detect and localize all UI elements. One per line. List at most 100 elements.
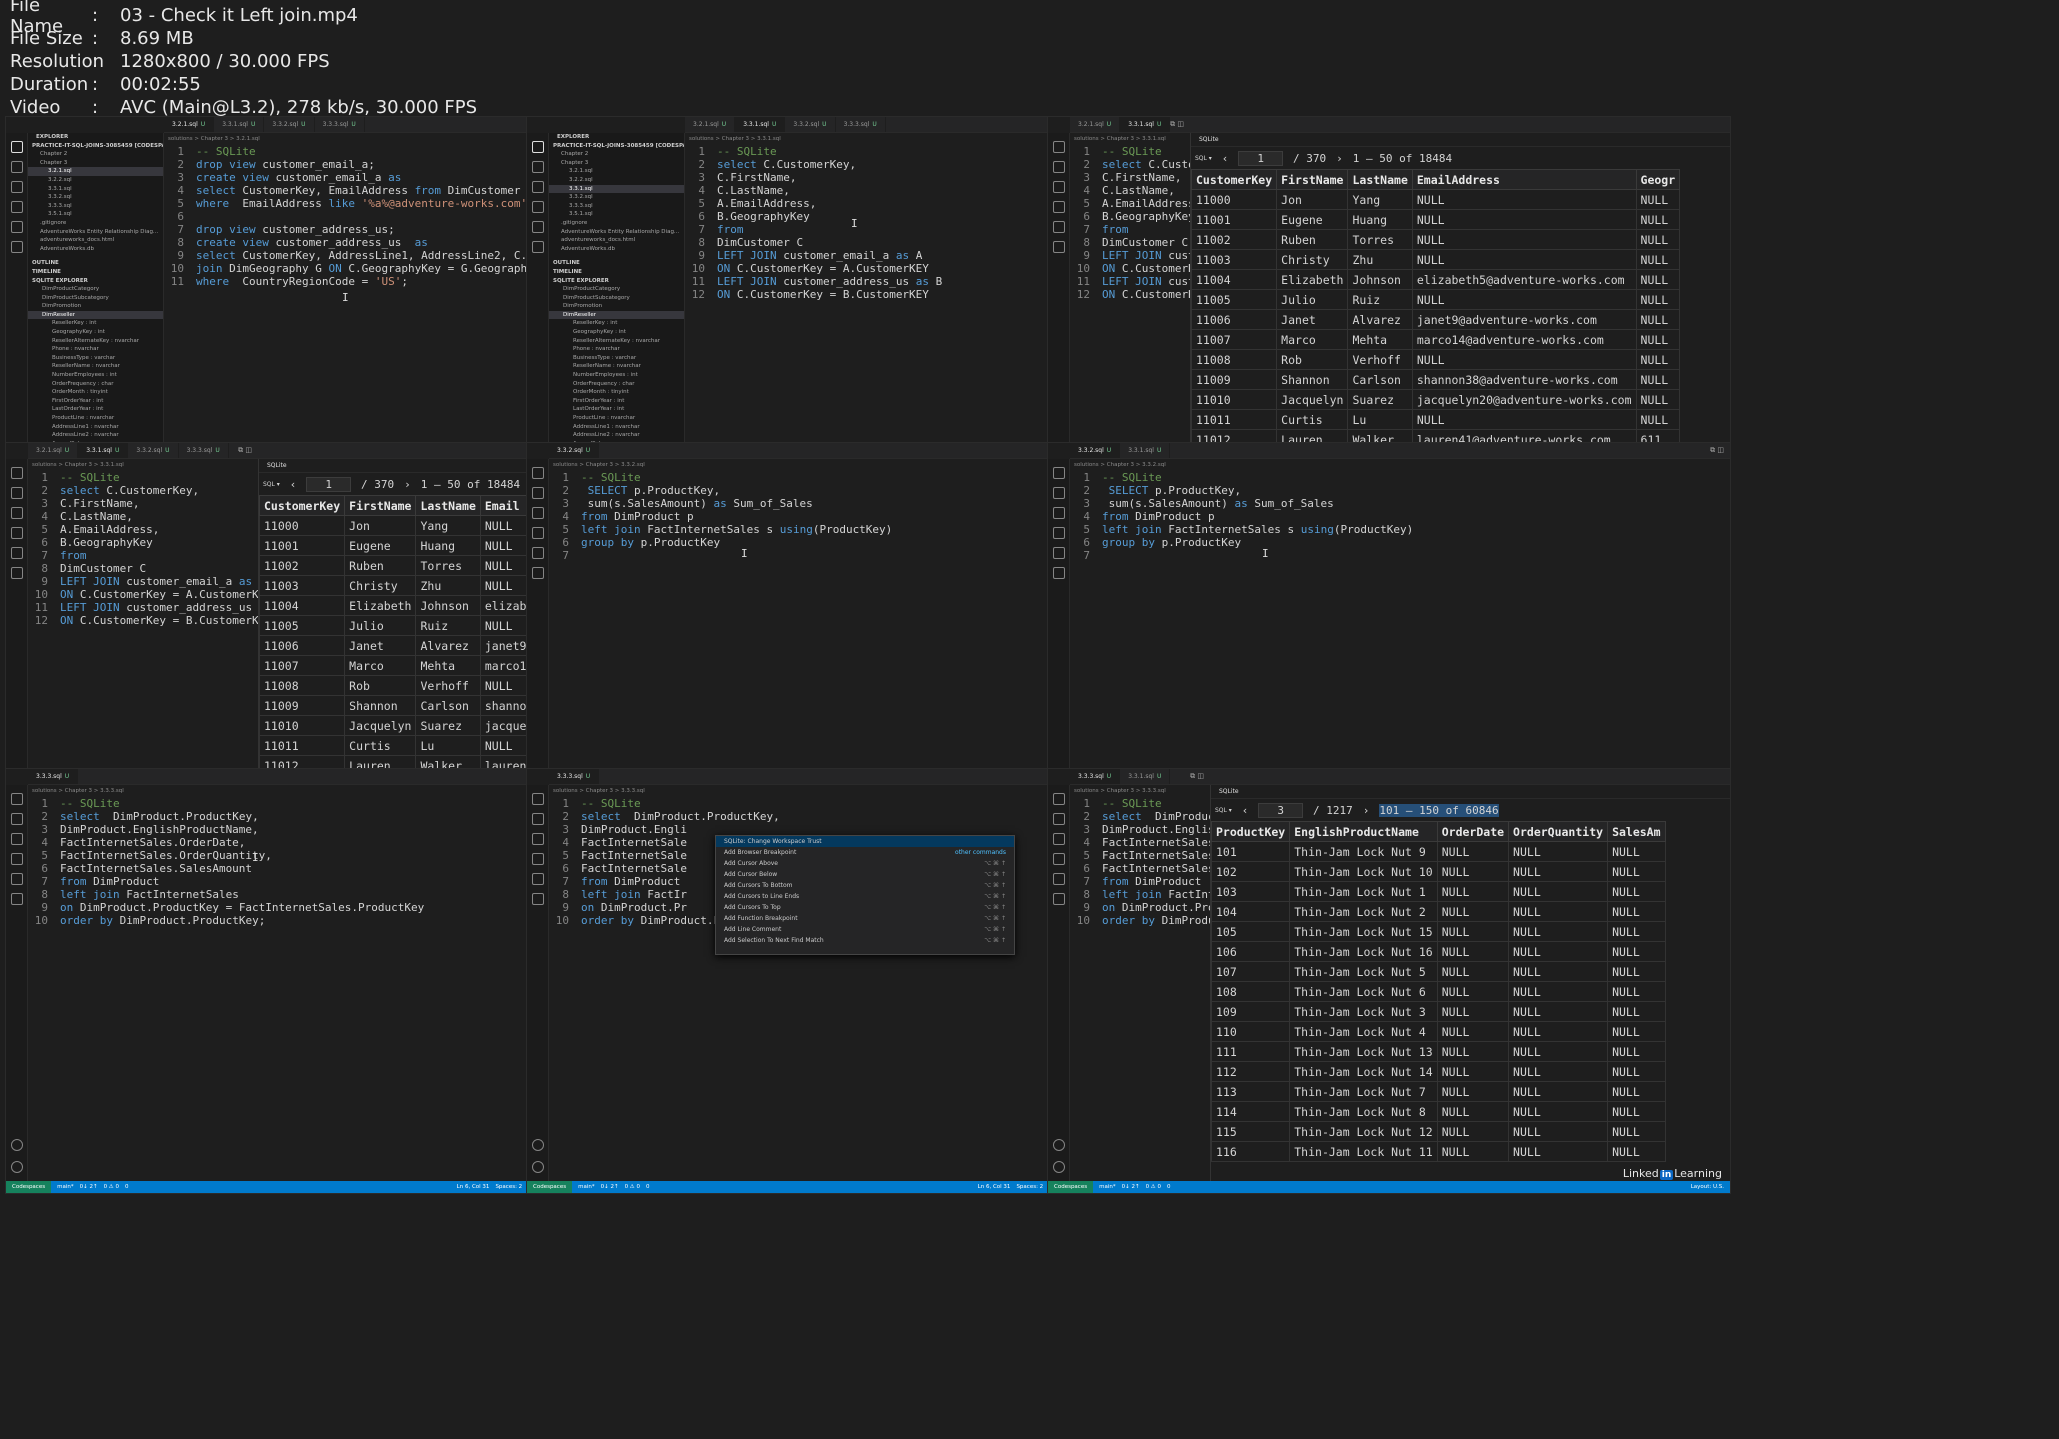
- other-commands-link[interactable]: other commands: [955, 847, 1006, 858]
- tab-file-333[interactable]: 3.3.3.sql U: [836, 117, 886, 132]
- run-debug-icon[interactable]: [11, 853, 23, 865]
- explorer-item[interactable]: 3.2.1.sql: [549, 167, 684, 176]
- status-spaces[interactable]: Spaces: 2: [495, 1184, 522, 1190]
- status-ports[interactable]: 0: [1167, 1184, 1171, 1190]
- run-debug-icon[interactable]: [1053, 201, 1065, 213]
- remote-indicator[interactable]: Codespaces: [1048, 1181, 1094, 1193]
- command-item[interactable]: Add Line Comment ⌥ ⌘ ↑: [716, 924, 1014, 935]
- table-row[interactable]: 104 Thin-Jam Lock Nut 2 NULL NULL NULL: [1211, 901, 1666, 922]
- breadcrumb[interactable]: solutions > Chapter 3 > 3.3.3.sql: [553, 785, 645, 797]
- tab-file-331[interactable]: 3.3.1.sql U: [214, 117, 265, 132]
- explorer-item[interactable]: .gitignore: [28, 219, 163, 228]
- code-editor[interactable]: 1 -- SQLite 2 SELECT p.ProductKey, 3 sum(s.…: [1074, 471, 1413, 562]
- source-control-icon[interactable]: [532, 833, 544, 845]
- extensions-icon[interactable]: [1053, 873, 1065, 885]
- source-control-icon[interactable]: [11, 507, 23, 519]
- run-debug-icon[interactable]: [532, 853, 544, 865]
- status-layout[interactable]: Layout: U.S.: [1691, 1184, 1724, 1190]
- table-row[interactable]: 101 Thin-Jam Lock Nut 9 NULL NULL NULL: [1211, 841, 1666, 862]
- column-header[interactable]: EmailAddress: [1411, 169, 1637, 190]
- database-icon[interactable]: [11, 567, 23, 579]
- explorer-item[interactable]: 3.3.1.sql: [28, 185, 163, 194]
- tab-file-321[interactable]: 3.2.1.sql U: [164, 117, 215, 132]
- extensions-icon[interactable]: [532, 547, 544, 559]
- status-branch[interactable]: main*: [1099, 1184, 1116, 1190]
- command-palette[interactable]: SQLite: Change Workspace Trust Add Browse…: [715, 835, 1015, 955]
- search-icon[interactable]: [11, 813, 23, 825]
- account-icon[interactable]: [11, 1139, 23, 1151]
- source-control-icon[interactable]: [1053, 833, 1065, 845]
- page-input[interactable]: 1: [306, 476, 352, 492]
- column-header[interactable]: LastName: [415, 495, 481, 516]
- database-icon[interactable]: [532, 241, 544, 253]
- files-icon[interactable]: [1053, 141, 1065, 153]
- table-row[interactable]: 11006 Janet Alvarez janet9@adventure-works.…: [1191, 309, 1681, 330]
- tab-file-332[interactable]: 3.3.2.sql U: [1070, 443, 1121, 458]
- explorer-item[interactable]: 3.5.1.sql: [549, 210, 684, 219]
- search-icon[interactable]: [1053, 161, 1065, 173]
- status-ln-col-4[interactable]: Ln 6, Col 31: [978, 1184, 1011, 1190]
- breadcrumb[interactable]: solutions > Chapter 3 > 3.3.3.sql: [1074, 785, 1166, 797]
- explorer-item[interactable]: AdventureWorks Entity Relationship Diag.…: [28, 228, 163, 237]
- sql-dropdown[interactable]: SQL ▾: [263, 481, 280, 488]
- column-header[interactable]: FirstName: [344, 495, 417, 516]
- table-row[interactable]: 102 Thin-Jam Lock Nut 10 NULL NULL NULL: [1211, 861, 1666, 882]
- command-item[interactable]: Add Cursors to Line Ends ⌥ ⌘ ↑: [716, 891, 1014, 902]
- command-item[interactable]: Add Cursor Below ⌥ ⌘ ↑: [716, 869, 1014, 880]
- run-debug-icon[interactable]: [1053, 853, 1065, 865]
- tab-file-321[interactable]: 3.2.1.sql U: [1070, 117, 1121, 132]
- explorer-item[interactable]: 3.3.3.sql: [28, 202, 163, 211]
- table-row[interactable]: 11005 Julio Ruiz NULL NULL: [1191, 289, 1681, 310]
- code-editor[interactable]: 1 -- SQLite 2 select C.Custom 3 C.FirstName, 4…: [1074, 145, 1202, 301]
- column-header[interactable]: CustomerKey: [1191, 169, 1278, 190]
- code-editor[interactable]: 1 -- SQLite 2 select C.CustomerKey, 3 C.First…: [689, 145, 942, 301]
- split-editor-icon[interactable]: ⧉ ◫: [1710, 446, 1724, 455]
- source-control-icon[interactable]: [11, 181, 23, 193]
- source-control-icon[interactable]: [532, 181, 544, 193]
- run-debug-icon[interactable]: [532, 527, 544, 539]
- page-input[interactable]: 1: [1238, 150, 1284, 166]
- status-problems[interactable]: 0 ⚠ 0: [104, 1184, 119, 1190]
- tab-file-333[interactable]: 3.3.3.sql U: [315, 117, 365, 132]
- source-control-icon[interactable]: [1053, 181, 1065, 193]
- run-debug-icon[interactable]: [532, 201, 544, 213]
- status-ln-col-4[interactable]: Ln 6, Col 31: [457, 1184, 490, 1190]
- files-icon[interactable]: [1053, 793, 1065, 805]
- table-row[interactable]: 11002 Ruben Torres NULL NULL: [1191, 229, 1681, 250]
- search-icon[interactable]: [11, 487, 23, 499]
- command-item[interactable]: Add Cursor Above ⌥ ⌘ ↑: [716, 858, 1014, 869]
- files-icon[interactable]: [532, 141, 544, 153]
- tab-file-331[interactable]: 3.3.1.sql U: [1120, 117, 1171, 132]
- split-editor-icon[interactable]: ⧉ ◫: [1190, 772, 1204, 781]
- explorer-item[interactable]: AdventureWorks.db: [28, 245, 163, 254]
- sqlite-table-item[interactable]: DimProductCategory: [28, 285, 163, 294]
- table-row[interactable]: 105 Thin-Jam Lock Nut 15 NULL NULL NULL: [1211, 921, 1666, 942]
- command-item[interactable]: Add Cursors To Top ⌥ ⌘ ↑: [716, 902, 1014, 913]
- database-icon[interactable]: [1053, 893, 1065, 905]
- sqlite-table-item[interactable]: DimProductSubcategory: [28, 294, 163, 303]
- extensions-icon[interactable]: [532, 221, 544, 233]
- status-sync[interactable]: 0↓ 2↑: [601, 1184, 619, 1190]
- table-row[interactable]: 11011 Curtis Lu NULL NULL: [1191, 409, 1681, 430]
- explorer-item[interactable]: 3.3.3.sql: [549, 202, 684, 211]
- tab-sqlite-results[interactable]: SQLite: [1211, 785, 1730, 799]
- database-icon[interactable]: [532, 893, 544, 905]
- sqlite-table-item[interactable]: DimProductCategory: [549, 285, 684, 294]
- table-row[interactable]: 11000 Jon Yang NULL NULL: [1191, 189, 1681, 210]
- command-item[interactable]: Add Selection To Next Find Match ⌥ ⌘ ↑: [716, 935, 1014, 946]
- timeline-section[interactable]: TIMELINE: [549, 268, 684, 277]
- explorer-item[interactable]: adventureworks_docs.html: [549, 236, 684, 245]
- status-sync[interactable]: 0↓ 2↑: [1122, 1184, 1140, 1190]
- extensions-icon[interactable]: [11, 873, 23, 885]
- table-row[interactable]: 108 Thin-Jam Lock Nut 6 NULL NULL NULL: [1211, 981, 1666, 1002]
- breadcrumb[interactable]: solutions > Chapter 3 > 3.3.3.sql: [32, 785, 124, 797]
- tab-file-333[interactable]: 3.3.3.sql U: [549, 769, 600, 784]
- table-row[interactable]: 11003 Christy Zhu NULL NULL: [1191, 249, 1681, 270]
- prev-page-icon[interactable]: ‹: [290, 478, 297, 491]
- explorer-item[interactable]: 3.3.1.sql: [549, 184, 684, 194]
- files-icon[interactable]: [1053, 467, 1065, 479]
- run-debug-icon[interactable]: [11, 201, 23, 213]
- breadcrumb[interactable]: solutions > Chapter 3 > 3.2.1.sql: [168, 133, 260, 145]
- source-control-icon[interactable]: [532, 507, 544, 519]
- explorer-item[interactable]: 3.5.1.sql: [28, 210, 163, 219]
